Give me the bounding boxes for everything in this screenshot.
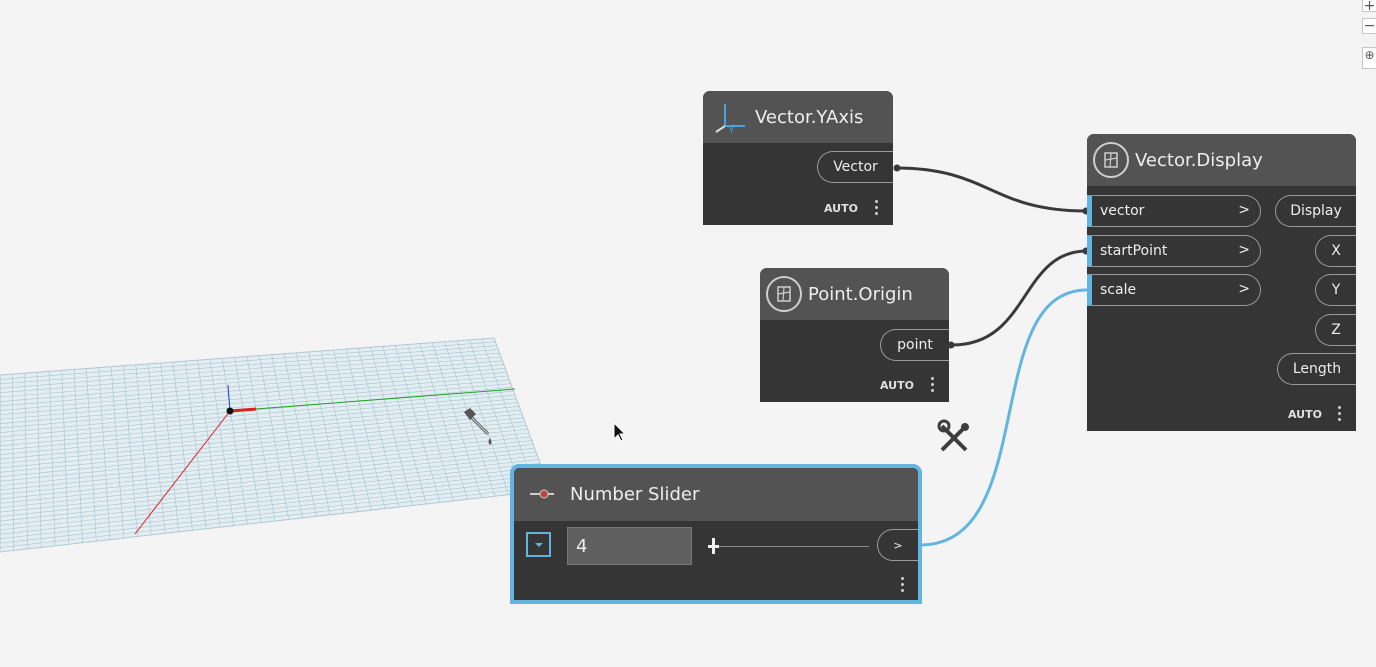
node-vector-display[interactable]: Vector.Display vector > startPoint > sca… <box>1087 134 1356 431</box>
geometry-icon <box>766 276 802 312</box>
node-menu-icon[interactable] <box>901 577 905 595</box>
lacing-label: AUTO <box>1288 408 1322 421</box>
node-point-origin[interactable]: Point.Origin point AUTO <box>760 268 949 402</box>
node-title: Vector.YAxis <box>755 106 864 128</box>
node-number-slider[interactable]: Number Slider 4 > <box>510 464 922 604</box>
vector-display-line <box>229 407 257 413</box>
node-title: Point.Origin <box>808 283 913 305</box>
input-port-vector[interactable]: vector > <box>1087 195 1261 227</box>
port-arrow: > <box>893 538 903 552</box>
slider-icon <box>528 485 558 504</box>
geometry-icon <box>1093 142 1129 178</box>
port-label: Z <box>1331 322 1341 338</box>
mouse-cursor-icon <box>613 421 627 442</box>
output-port-vector[interactable]: Vector <box>817 151 893 183</box>
port-label: Y <box>1331 282 1341 298</box>
node-menu-icon[interactable] <box>931 377 935 395</box>
node-menu-icon[interactable] <box>875 200 879 218</box>
chevron-down-icon <box>534 542 543 547</box>
slider-value: 4 <box>576 535 588 557</box>
output-port-x[interactable]: X <box>1315 235 1356 267</box>
node-vector-yaxis[interactable]: Y Vector.YAxis Vector AUTO <box>703 91 893 225</box>
port-label: point <box>897 337 933 353</box>
port-arrow: > <box>1238 242 1250 258</box>
output-port-slider[interactable]: > <box>877 529 918 561</box>
output-port-length[interactable]: Length <box>1277 353 1356 385</box>
zoom-out-button[interactable]: − <box>1362 18 1376 34</box>
port-label: Vector <box>833 159 878 175</box>
output-port-point[interactable]: point <box>880 329 949 361</box>
port-label: startPoint <box>1100 243 1168 259</box>
port-label: vector <box>1100 203 1145 219</box>
port-label: scale <box>1100 282 1137 298</box>
slider-value-input[interactable]: 4 <box>567 527 692 565</box>
lacing-label: AUTO <box>880 379 914 392</box>
origin-point <box>226 407 234 415</box>
input-port-scale[interactable]: scale > <box>1087 274 1261 306</box>
zoom-in-button[interactable]: + <box>1362 0 1376 13</box>
output-port-z[interactable]: Z <box>1315 314 1356 346</box>
node-menu-icon[interactable] <box>1338 406 1342 424</box>
node-title: Vector.Display <box>1135 149 1263 171</box>
node-header[interactable]: Number Slider <box>514 468 918 521</box>
expand-slider-button[interactable] <box>526 532 551 557</box>
zoom-fit-button[interactable]: ⊕ <box>1362 47 1376 69</box>
node-header[interactable]: Point.Origin <box>760 268 949 320</box>
node-header[interactable]: Y Vector.YAxis <box>703 91 893 143</box>
wire-origin-to-startpoint[interactable] <box>951 249 1088 347</box>
wire-end-dot <box>893 164 901 172</box>
port-label: Length <box>1292 361 1342 377</box>
port-label: X <box>1331 243 1341 259</box>
node-title: Number Slider <box>570 484 700 505</box>
slider-track[interactable] <box>709 546 869 547</box>
wire-yaxis-to-vector[interactable] <box>895 166 1088 213</box>
output-port-y[interactable]: Y <box>1315 274 1356 306</box>
background-3d-preview <box>0 337 551 553</box>
output-port-display[interactable]: Display <box>1275 195 1356 227</box>
input-port-startpoint[interactable]: startPoint > <box>1087 235 1261 267</box>
slider-thumb-base <box>708 545 719 548</box>
wrench-icon[interactable] <box>937 419 969 452</box>
port-label: Display <box>1290 203 1342 219</box>
port-arrow: > <box>1238 202 1250 218</box>
node-header[interactable]: Vector.Display <box>1087 134 1356 186</box>
svg-text:Y: Y <box>728 126 734 134</box>
port-arrow: > <box>1238 281 1250 297</box>
yaxis-icon: Y <box>713 100 747 135</box>
lacing-label: AUTO <box>824 202 858 215</box>
